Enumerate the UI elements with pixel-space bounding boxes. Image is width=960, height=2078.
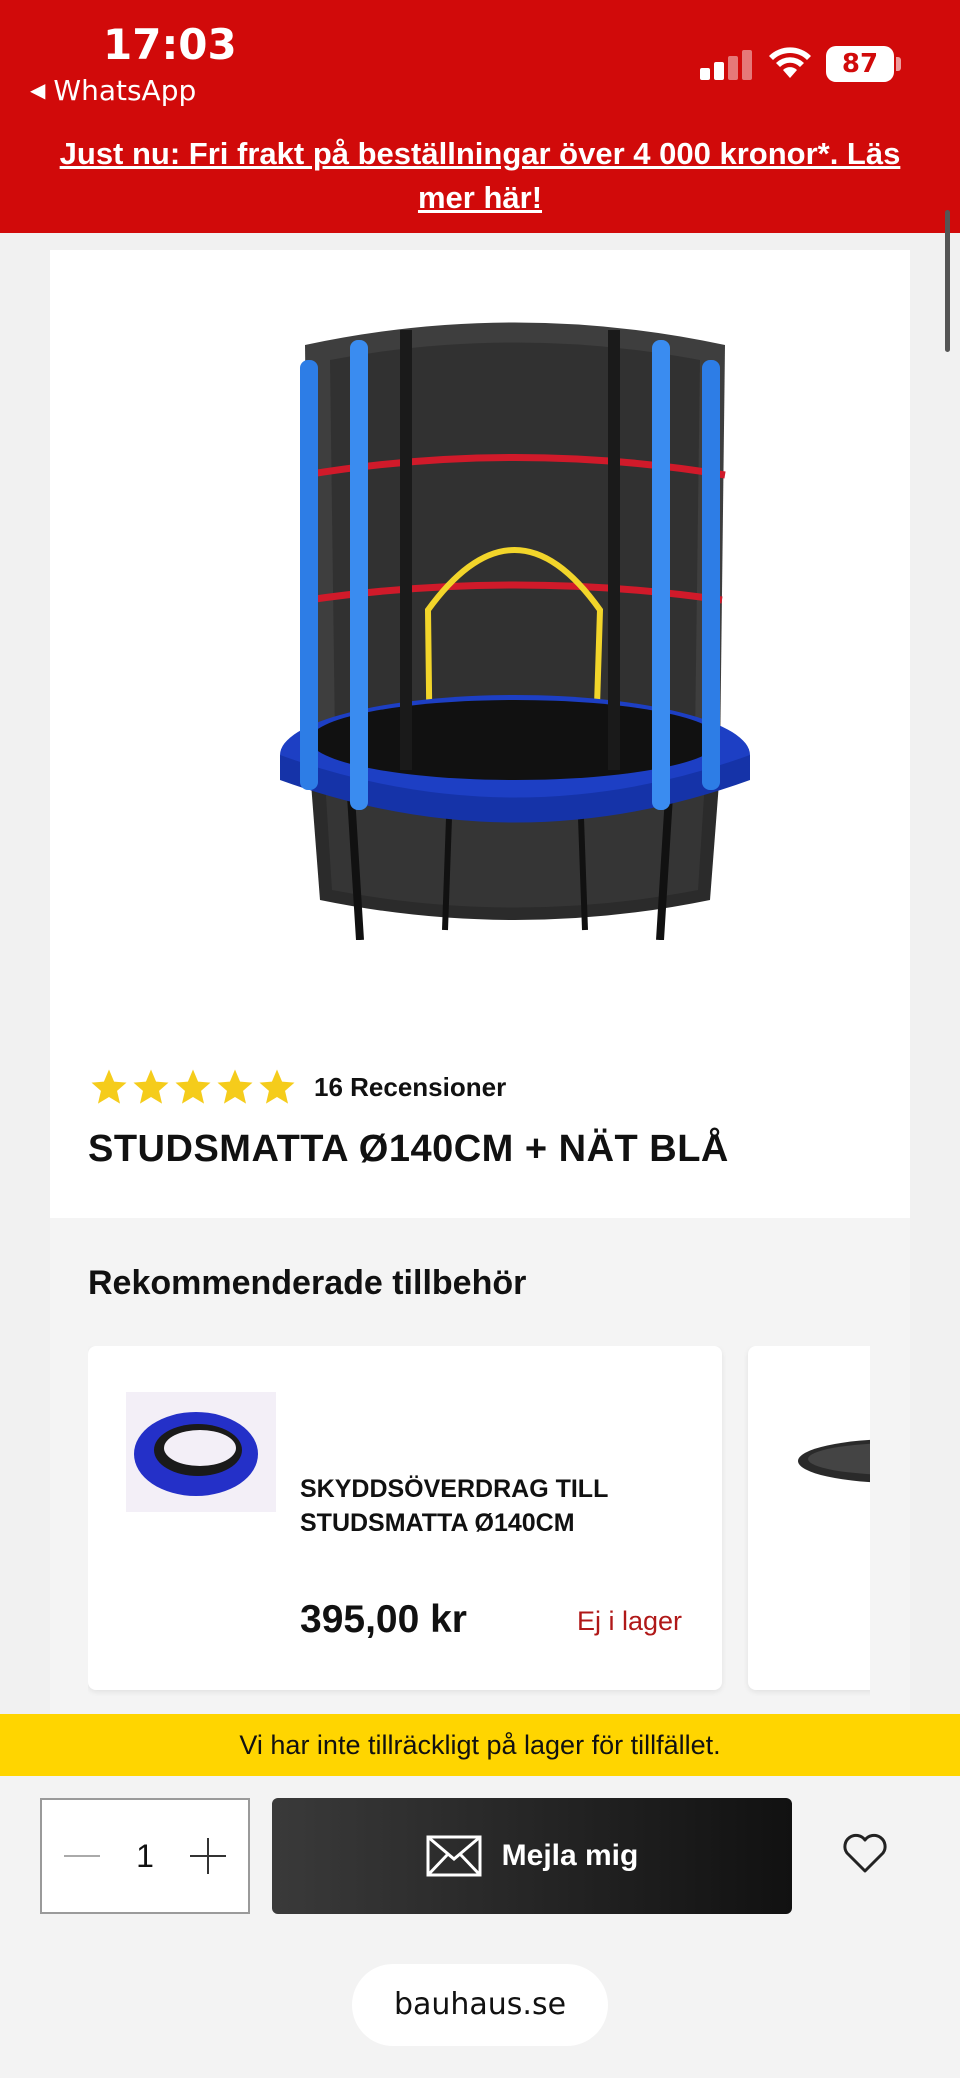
back-arrow-icon: ◀ bbox=[30, 78, 46, 102]
envelope-icon bbox=[426, 1835, 482, 1877]
star-icon bbox=[91, 1069, 127, 1104]
accessory-thumbnail bbox=[126, 1392, 276, 1512]
quantity-stepper: 1 bbox=[40, 1798, 250, 1914]
page-scrollbar[interactable] bbox=[945, 210, 950, 352]
rating-stars bbox=[88, 1066, 298, 1108]
star-icon bbox=[259, 1069, 295, 1104]
status-time: 17:03 bbox=[103, 20, 237, 69]
top-header: 17:03 ◀ WhatsApp 87 Just nu: Fri frakt på… bbox=[0, 0, 960, 233]
stock-notice-bar: Vi har inte tillräckligt på lager för ti… bbox=[0, 1714, 960, 1776]
free-shipping-banner-link[interactable]: Just nu: Fri frakt på beställningar över… bbox=[40, 132, 920, 220]
accessory-price: 395,00 kr bbox=[300, 1598, 467, 1641]
trampoline-image[interactable] bbox=[250, 300, 770, 940]
review-count: 16 Recensioner bbox=[314, 1071, 507, 1102]
back-to-app-link[interactable]: ◀ WhatsApp bbox=[30, 74, 196, 107]
battery-tip bbox=[896, 57, 901, 71]
recommended-accessories: Rekommenderade tillbehör SKYDDSÖVERDRAG … bbox=[50, 1218, 910, 1718]
product-card: 16 Recensioner STUDSMATTA Ø140CM + NÄT B… bbox=[50, 250, 910, 1218]
battery-indicator: 87 bbox=[826, 46, 894, 82]
accessory-card[interactable] bbox=[748, 1346, 870, 1690]
email-me-button[interactable]: Mejla mig bbox=[272, 1798, 792, 1914]
back-app-label: WhatsApp bbox=[53, 74, 197, 107]
star-icon bbox=[175, 1069, 211, 1104]
increase-quantity-button[interactable] bbox=[186, 1834, 230, 1878]
heart-icon[interactable] bbox=[842, 1832, 888, 1874]
quantity-value[interactable]: 1 bbox=[136, 1838, 154, 1875]
accessory-card[interactable]: SKYDDSÖVERDRAG TILL STUDSMATTA Ø140CM 39… bbox=[88, 1346, 722, 1690]
accessory-thumbnail bbox=[798, 1439, 870, 1483]
star-icon bbox=[217, 1069, 253, 1104]
product-rating[interactable]: 16 Recensioner bbox=[88, 1065, 506, 1109]
accessory-name: SKYDDSÖVERDRAG TILL STUDSMATTA Ø140CM bbox=[300, 1475, 608, 1537]
email-me-label: Mejla mig bbox=[501, 1839, 639, 1872]
accessory-carousel[interactable]: SKYDDSÖVERDRAG TILL STUDSMATTA Ø140CM 39… bbox=[88, 1346, 870, 1706]
decrease-quantity-button[interactable] bbox=[60, 1834, 104, 1878]
section-heading: Rekommenderade tillbehör bbox=[88, 1264, 527, 1302]
browser-address-bar[interactable]: bauhaus.se bbox=[352, 1964, 608, 2046]
product-title: STUDSMATTA Ø140CM + NÄT BLÅ bbox=[88, 1128, 729, 1170]
purchase-bar: 1 Mejla mig bauhaus.se bbox=[0, 1776, 960, 2078]
stock-status: Ej i lager bbox=[576, 1606, 682, 1636]
signal-icon bbox=[700, 48, 752, 80]
wifi-icon bbox=[769, 47, 811, 78]
star-icon bbox=[133, 1069, 169, 1104]
